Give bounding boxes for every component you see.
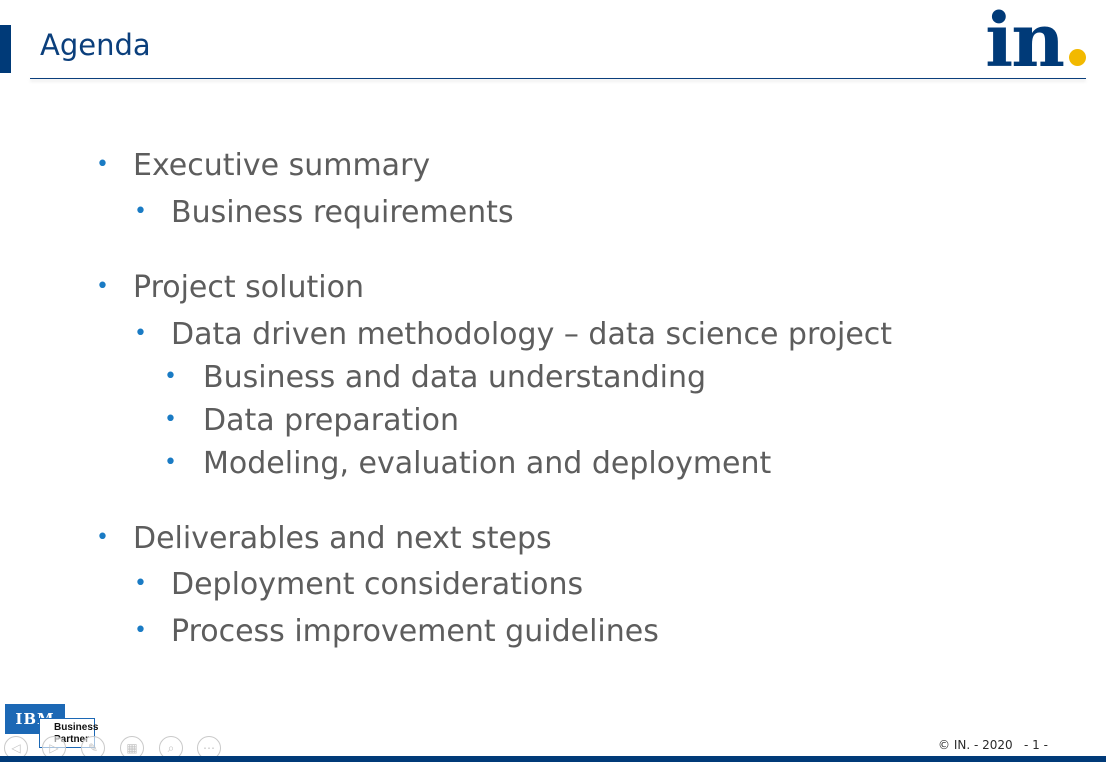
agenda-item-business-data-understanding: • Business and data understanding — [164, 360, 706, 395]
agenda-item-data-preparation: • Data preparation — [164, 403, 459, 438]
footer-copyright: © IN. - 2020 — [938, 738, 1013, 752]
agenda-item-executive-summary: • Executive summary — [96, 148, 431, 183]
bullet-icon: • — [96, 274, 109, 299]
agenda-item-deployment-considerations: • Deployment considerations — [134, 567, 584, 602]
bullet-icon: • — [164, 407, 177, 432]
bullet-icon: • — [96, 152, 109, 177]
agenda-item-label: Business and data understanding — [203, 360, 706, 395]
bullet-icon: • — [164, 364, 177, 389]
agenda-item-label: Data driven methodology – data science p… — [171, 317, 893, 352]
zoom-icon: ⌕ — [167, 741, 175, 755]
bullet-icon: • — [164, 450, 177, 475]
agenda-item-label: Modeling, evaluation and deployment — [203, 446, 772, 481]
bullet-icon: • — [134, 199, 147, 224]
agenda-item-business-requirements: • Business requirements — [134, 195, 514, 230]
agenda-item-label: Executive summary — [133, 148, 431, 183]
slides-grid-icon: ▦ — [126, 741, 138, 755]
pen-icon: ✎ — [87, 741, 99, 755]
more-icon: ⋯ — [203, 741, 215, 755]
agenda-item-deliverables-next-steps: • Deliverables and next steps — [96, 521, 552, 556]
next-arrow-icon: ▷ — [49, 741, 59, 755]
agenda-item-label: Project solution — [133, 270, 364, 305]
bullet-icon: • — [134, 321, 147, 346]
footer-page-number: - 1 - — [1024, 738, 1048, 752]
agenda-item-label: Data preparation — [203, 403, 459, 438]
agenda-item-label: Business requirements — [171, 195, 514, 230]
agenda-item-process-improvement: • Process improvement guidelines — [134, 614, 659, 649]
agenda-item-label: Process improvement guidelines — [171, 614, 659, 649]
agenda-item-data-driven-methodology: • Data driven methodology – data science… — [134, 317, 893, 352]
agenda-item-label: Deliverables and next steps — [133, 521, 552, 556]
bullet-icon: • — [134, 618, 147, 643]
partner-line-1: Business — [54, 722, 99, 733]
footer-bar — [0, 756, 1106, 762]
bullet-icon: • — [96, 525, 109, 550]
agenda-item-label: Deployment considerations — [171, 567, 584, 602]
bullet-icon: • — [134, 571, 147, 596]
agenda-item-project-solution: • Project solution — [96, 270, 364, 305]
agenda-item-modeling-evaluation-deployment: • Modeling, evaluation and deployment — [164, 446, 772, 481]
previous-arrow-icon: ◁ — [11, 741, 21, 755]
agenda-list: • Executive summary • Business requireme… — [0, 0, 1106, 700]
